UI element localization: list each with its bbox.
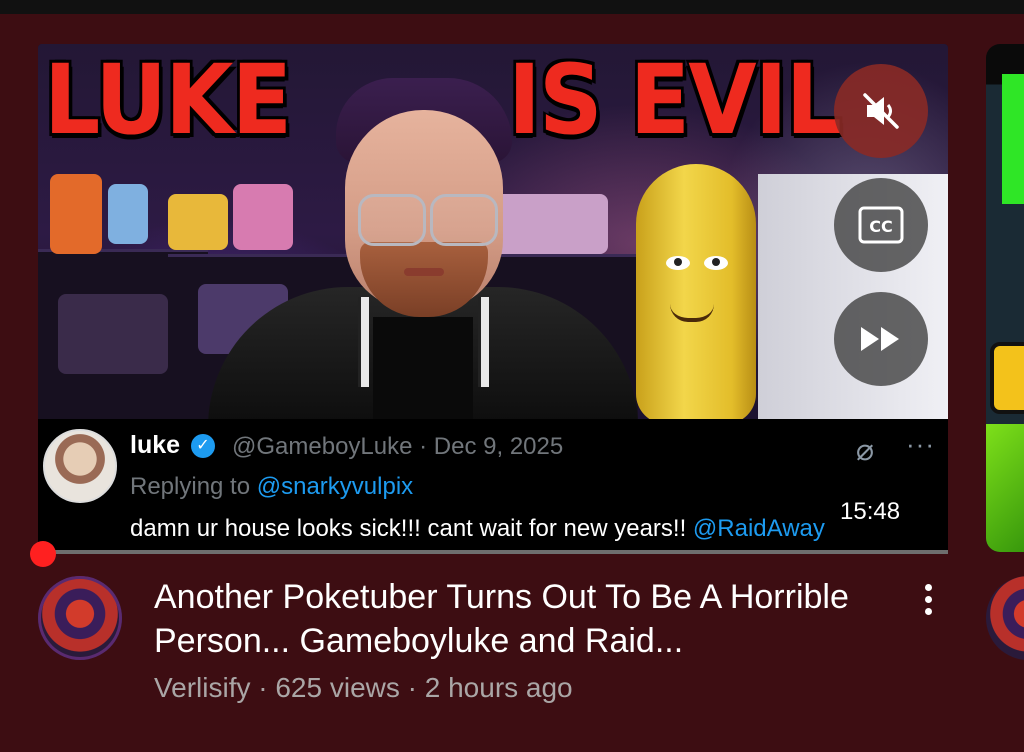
muted-speaker-icon (863, 93, 899, 129)
next-video-thumbnail[interactable] (986, 44, 1024, 552)
banana-plush (636, 164, 756, 424)
next-channel-avatar[interactable] (986, 576, 1024, 660)
more-options-icon[interactable] (910, 580, 946, 620)
tweet-card: luke ✓ @GameboyLuke · Dec 9, 2025 ⌀ ··· … (38, 419, 948, 552)
tweet-body-text: damn ur house looks sick!!! cant wait fo… (130, 515, 693, 542)
verified-check-icon: ✓ (191, 434, 215, 458)
duration-badge: 15:48 (834, 496, 907, 528)
captions-label: CC (869, 217, 892, 236)
tweet-handle-date: @GameboyLuke · Dec 9, 2025 (232, 433, 564, 460)
tweet-avatar (43, 429, 117, 503)
closed-captions-icon: CC (858, 206, 904, 244)
fast-forward-button[interactable] (834, 292, 928, 386)
replying-mention: @snarkyvulpix (256, 473, 414, 500)
progress-bar[interactable] (38, 550, 948, 554)
replying-prefix: Replying to (130, 473, 257, 500)
video-thumbnail[interactable]: LUKE IS EVIL luke ✓ @GameboyLuke · Dec 9… (38, 44, 948, 552)
tweet-body: damn ur house looks sick!!! cant wait fo… (130, 515, 825, 543)
status-bar (0, 0, 1024, 14)
headline-right: IS EVIL (508, 44, 842, 156)
thumbnail-scene: LUKE IS EVIL (38, 44, 948, 427)
captions-button[interactable]: CC (834, 178, 928, 272)
video-subtitle: Verlisify · 625 views · 2 hours ago (154, 672, 573, 703)
channel-avatar[interactable] (38, 576, 122, 660)
headline-left: LUKE (44, 44, 292, 156)
tweet-display-name: luke (130, 431, 181, 459)
video-title[interactable]: Another Poketuber Turns Out To Be A Horr… (154, 575, 894, 663)
tweet-more-icon: ··· (906, 429, 935, 459)
toy (108, 184, 148, 244)
tweet-body-mention: @RaidAway (692, 515, 825, 542)
tweet-replying: Replying to @snarkyvulpix (130, 473, 413, 501)
fast-forward-icon (861, 327, 899, 351)
mute-button[interactable] (834, 64, 928, 158)
progress-scrubber[interactable] (30, 541, 56, 567)
slashed-circle-icon: ⌀ (856, 434, 875, 467)
toy (58, 294, 168, 374)
toy (50, 174, 102, 254)
